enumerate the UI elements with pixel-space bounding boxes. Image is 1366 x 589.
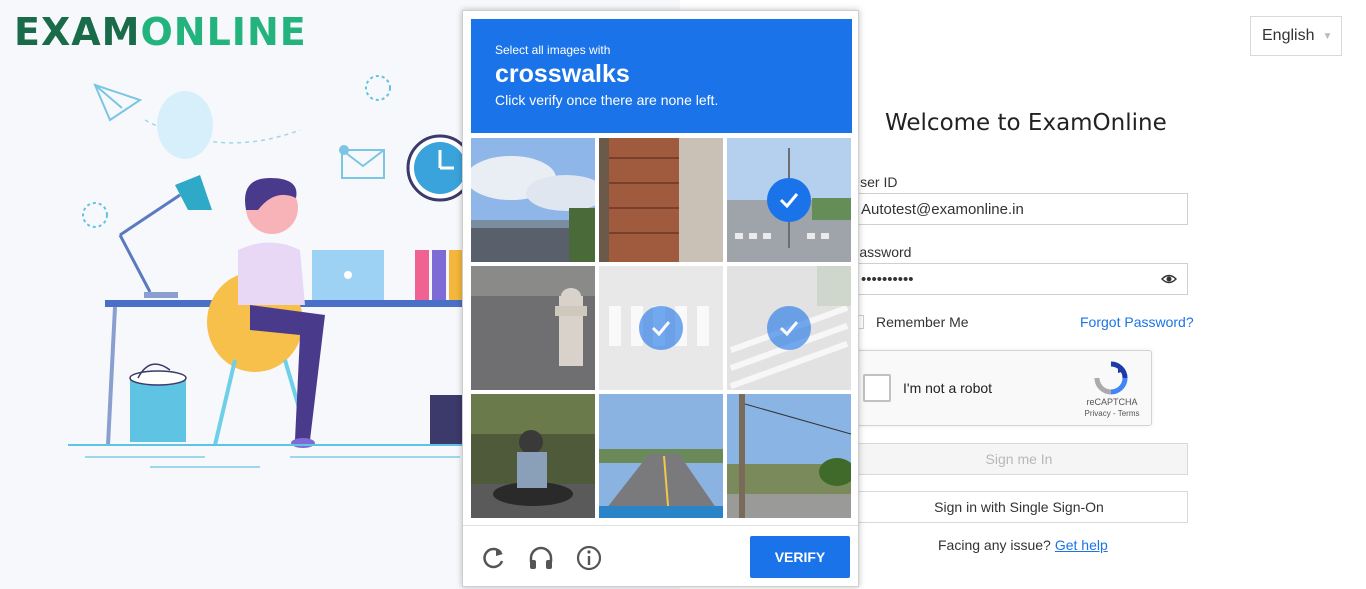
captcha-footer: VERIFY [463,525,858,587]
check-icon [767,178,811,222]
remember-label: Remember Me [876,314,969,330]
captcha-tile-2[interactable] [599,138,723,262]
captcha-instruction: Select all images with [495,43,611,57]
recaptcha-widget: I'm not a robot reCAPTCHA Privacy - Term… [850,350,1152,426]
user-id-input[interactable]: Autotest@examonline.in [850,193,1188,225]
info-icon[interactable] [575,544,603,572]
captcha-target: crosswalks [495,60,630,88]
forgot-password-link[interactable]: Forgot Password? [1080,314,1194,330]
recaptcha-logo-icon [1094,361,1128,395]
help-prompt: Facing any issue? [938,537,1051,553]
recaptcha-brand: reCAPTCHA [1086,397,1138,407]
reload-icon[interactable] [479,544,507,572]
help-text: Facing any issue? Get help [938,537,1108,553]
password-input[interactable]: •••••••••• [850,263,1188,295]
password-value: •••••••••• [861,270,914,288]
user-id-value: Autotest@examonline.in [861,200,1024,218]
captcha-tile-1[interactable] [471,138,595,262]
language-value: English [1262,27,1315,44]
login-page: EXAMONLINE English ▼ Welcome to ExamOnli… [0,0,1366,589]
get-help-link[interactable]: Get help [1055,537,1108,553]
captcha-challenge-dialog: Select all images with crosswalks Click … [462,10,859,587]
password-label: Password [850,244,912,260]
captcha-tile-4[interactable] [471,266,595,390]
captcha-tile-3[interactable] [727,138,851,262]
check-icon [767,306,811,350]
language-select[interactable]: English ▼ [1250,16,1342,56]
captcha-tile-8[interactable] [599,394,723,518]
recaptcha-terms-link[interactable]: Privacy - Terms [1077,409,1147,418]
examonline-logo: EXAMONLINE [14,10,307,54]
recaptcha-label: I'm not a robot [903,380,993,396]
check-icon [639,306,683,350]
captcha-subtext: Click verify once there are none left. [495,92,719,108]
captcha-tile-5[interactable] [599,266,723,390]
captcha-header: Select all images with crosswalks Click … [471,19,852,133]
sign-in-button[interactable]: Sign me In [850,443,1188,475]
page-title: Welcome to ExamOnline [885,110,1167,136]
chevron-down-icon: ▼ [1322,30,1333,42]
verify-button[interactable]: VERIFY [750,536,850,578]
audio-icon[interactable] [527,544,555,572]
captcha-tile-7[interactable] [471,394,595,518]
remember-me[interactable]: Remember Me [850,314,969,330]
captcha-tile-6[interactable] [727,266,851,390]
recaptcha-checkbox[interactable] [863,374,891,402]
workspace-illustration [68,75,480,468]
eye-icon[interactable] [1161,272,1177,286]
captcha-tile-9[interactable] [727,394,851,518]
sso-button[interactable]: Sign in with Single Sign-On [850,491,1188,523]
